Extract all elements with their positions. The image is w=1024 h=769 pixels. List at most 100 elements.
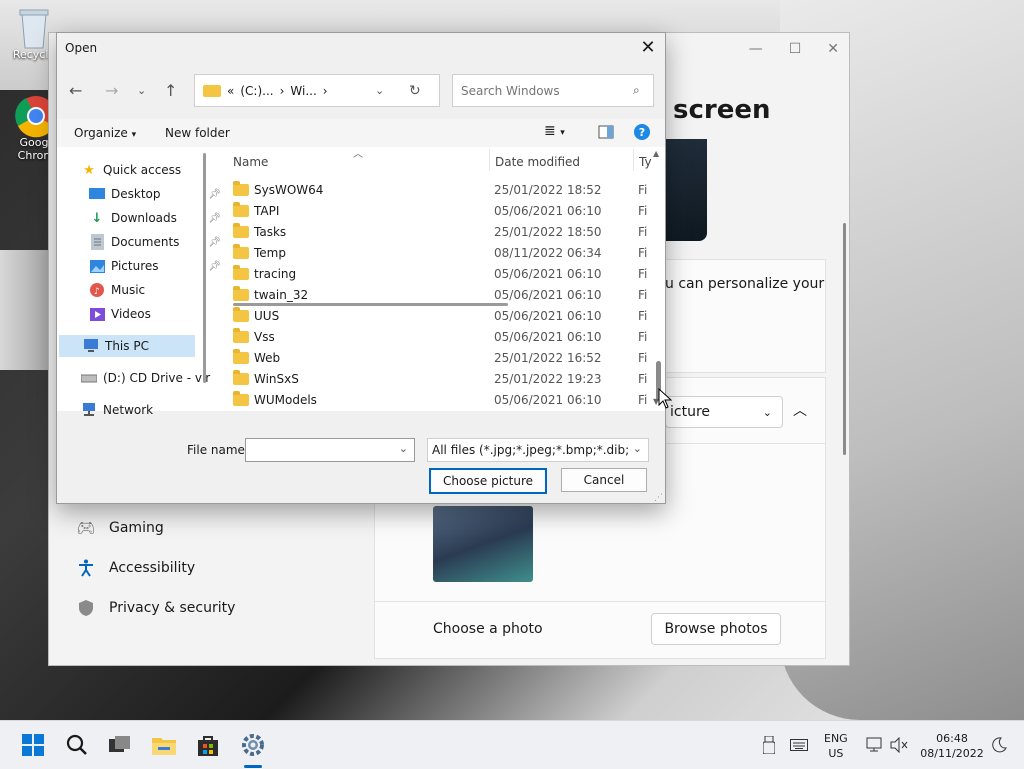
nav-item-gaming[interactable]: 🎮︎ Gaming xyxy=(76,519,163,537)
resize-grip-icon[interactable]: ⋰ xyxy=(654,493,663,503)
file-name-label: File name: xyxy=(187,443,249,457)
store-icon[interactable] xyxy=(195,733,221,757)
address-bar[interactable]: « (C:)... › Wi... › ⌄ ↻ xyxy=(194,74,440,107)
nav-network[interactable]: Network xyxy=(81,399,217,421)
column-header-type[interactable]: Ty xyxy=(639,155,652,169)
address-segment-drive[interactable]: (C:)... xyxy=(240,84,273,98)
file-date-modified: 05/06/2021 06:10 xyxy=(494,329,602,344)
file-type: Fi xyxy=(638,266,648,281)
back-arrow-icon[interactable]: ← xyxy=(69,81,82,100)
settings-gear-icon[interactable] xyxy=(240,733,266,757)
file-row[interactable]: SysWOW64 25/01/2022 18:52 Fi xyxy=(233,179,653,200)
column-header-name[interactable]: Name xyxy=(233,155,268,169)
file-type: Fi xyxy=(638,245,648,260)
file-list-horizontal-scrollbar[interactable] xyxy=(233,303,508,306)
address-separator[interactable]: › xyxy=(323,84,328,98)
pc-icon xyxy=(83,338,99,354)
window-controls: — ☐ ✕ xyxy=(749,41,839,57)
nav-item-accessibility[interactable]: Accessibility xyxy=(77,559,195,577)
refresh-icon[interactable]: ↻ xyxy=(409,83,421,99)
background-type-select[interactable]: icture ⌄ xyxy=(665,396,783,428)
preview-pane-icon[interactable] xyxy=(598,125,614,142)
maximize-icon[interactable]: ☐ xyxy=(789,41,802,57)
column-header-date[interactable]: Date modified xyxy=(495,155,580,169)
nav-quick-access-label: Quick access xyxy=(103,163,182,177)
help-icon[interactable]: ? xyxy=(634,124,650,140)
file-row[interactable]: Tasks 25/01/2022 18:50 Fi xyxy=(233,221,653,242)
svg-text:♪: ♪ xyxy=(94,287,100,297)
cancel-button[interactable]: Cancel xyxy=(561,468,647,492)
file-row[interactable]: TAPI 05/06/2021 06:10 Fi xyxy=(233,200,653,221)
file-name: UUS xyxy=(254,308,280,323)
nav-item-privacy[interactable]: Privacy & security xyxy=(77,599,235,617)
address-separator[interactable]: › xyxy=(280,84,285,98)
task-view-icon[interactable] xyxy=(107,733,133,757)
search-box[interactable]: ⌕ xyxy=(452,74,654,107)
file-row[interactable]: WinSxS 25/01/2022 19:23 Fi xyxy=(233,368,653,389)
open-dialog: Open ✕ ← → ⌄ ↑ « (C:)... › Wi... › ⌄ ↻ ⌕… xyxy=(56,32,666,504)
choose-picture-button[interactable]: Choose picture xyxy=(429,468,547,494)
file-type-filter-value: All files (*.jpg;*.jpeg;*.bmp;*.dib;*.pn… xyxy=(432,443,628,457)
region-code: US xyxy=(828,747,844,760)
file-row[interactable]: Web 25/01/2022 16:52 Fi xyxy=(233,347,653,368)
usb-icon[interactable] xyxy=(756,733,782,757)
chevron-up-icon[interactable]: ︿ xyxy=(793,400,807,420)
navigation-scrollbar[interactable] xyxy=(203,153,206,383)
recent-locations-icon[interactable]: ⌄ xyxy=(137,84,146,97)
focus-assist-icon[interactable] xyxy=(986,733,1012,757)
keyboard-icon[interactable] xyxy=(786,733,812,757)
browse-photos-button[interactable]: Browse photos xyxy=(651,613,781,645)
file-date-modified: 05/06/2021 06:10 xyxy=(494,203,602,218)
search-icon[interactable] xyxy=(64,733,90,757)
file-type-filter[interactable]: All files (*.jpg;*.jpeg;*.bmp;*.dib;*.pn… xyxy=(427,438,649,462)
file-explorer-icon[interactable] xyxy=(151,733,177,757)
settings-scrollbar[interactable] xyxy=(843,223,846,455)
chevron-down-icon[interactable]: ⌄ xyxy=(399,442,408,455)
file-type: Fi xyxy=(638,371,648,386)
clock[interactable]: 06:48 08/11/2022 xyxy=(918,731,986,761)
file-name-combobox[interactable]: ⌄ xyxy=(245,438,415,462)
start-icon[interactable] xyxy=(20,733,46,757)
nav-cd-drive[interactable]: (D:) CD Drive - vir xyxy=(81,367,217,389)
file-list-vertical-scrollbar[interactable]: ▲ ▼ xyxy=(653,149,665,411)
folder-icon xyxy=(233,327,249,343)
minimize-icon[interactable]: — xyxy=(749,41,763,57)
nav-this-pc[interactable]: This PC xyxy=(59,335,195,357)
scroll-up-icon[interactable]: ▲ xyxy=(653,149,659,158)
accessibility-icon xyxy=(77,559,95,577)
pictures-icon xyxy=(89,258,105,274)
view-options-icon[interactable]: ≣ ▾ xyxy=(544,123,565,139)
nav-documents-label: Documents xyxy=(111,235,180,249)
forward-arrow-icon[interactable]: → xyxy=(105,81,118,100)
chevron-down-icon: ⌄ xyxy=(762,405,772,419)
file-row[interactable]: Vss 05/06/2021 06:10 Fi xyxy=(233,326,653,347)
search-icon: ⌕ xyxy=(633,83,640,97)
search-input[interactable] xyxy=(459,82,633,99)
language-indicator[interactable]: ENG US xyxy=(824,731,848,761)
file-row[interactable]: tracing 05/06/2021 06:10 Fi xyxy=(233,263,653,284)
folder-icon xyxy=(233,369,249,385)
up-arrow-icon[interactable]: ↑ xyxy=(164,81,177,100)
recent-image[interactable] xyxy=(433,506,533,582)
nav-cd-drive-label: (D:) CD Drive - vir xyxy=(103,371,211,385)
dialog-close-icon[interactable]: ✕ xyxy=(637,37,659,58)
close-icon[interactable]: ✕ xyxy=(827,41,839,57)
file-row[interactable]: Temp 08/11/2022 06:34 Fi xyxy=(233,242,653,263)
file-row[interactable]: WUModels 05/06/2021 06:10 Fi xyxy=(233,389,653,410)
language-code: ENG xyxy=(824,732,848,745)
nav-quick-access[interactable]: ★ Quick access xyxy=(81,159,217,181)
folder-icon xyxy=(233,390,249,406)
address-segment-overflow[interactable]: « xyxy=(227,84,234,98)
volume-muted-icon[interactable] xyxy=(886,733,912,757)
organize-button[interactable]: Organize ▾ xyxy=(74,126,136,140)
network-icon xyxy=(81,402,97,418)
file-name: Tasks xyxy=(254,224,287,239)
network-icon[interactable] xyxy=(862,733,888,757)
file-date-modified: 05/06/2021 06:10 xyxy=(494,287,602,302)
file-row[interactable]: UUS 05/06/2021 06:10 Fi xyxy=(233,305,653,326)
address-dropdown-icon[interactable]: ⌄ xyxy=(375,84,384,97)
file-row[interactable]: twain_32 05/06/2021 06:10 Fi xyxy=(233,284,653,305)
address-segment-windows[interactable]: Wi... xyxy=(290,84,316,98)
new-folder-button[interactable]: New folder xyxy=(165,126,230,140)
chevron-down-icon: ▾ xyxy=(131,130,137,140)
